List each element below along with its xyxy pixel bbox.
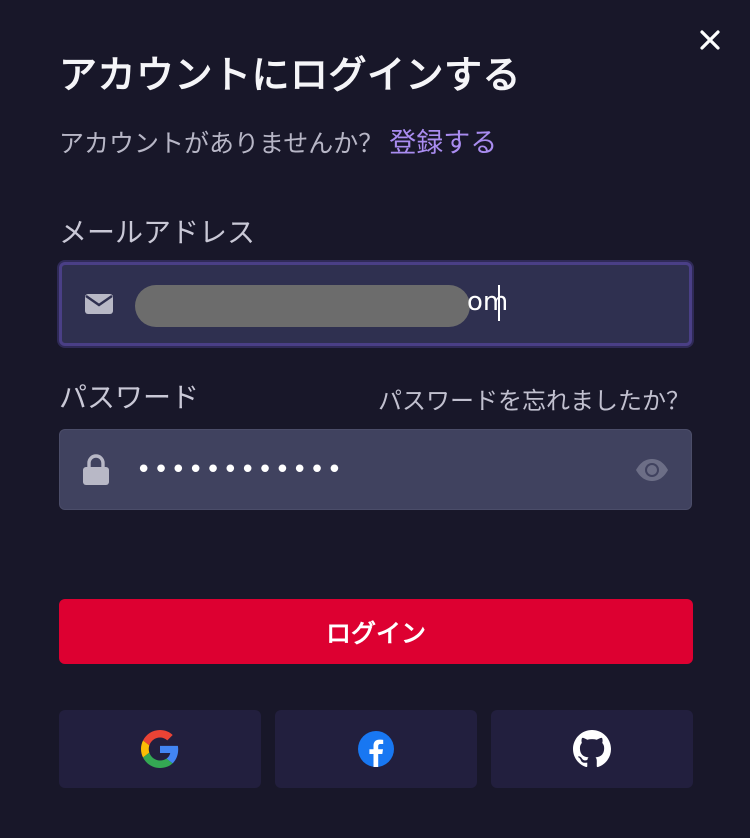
close-icon — [700, 30, 720, 50]
page-title: アカウントにログインする — [59, 53, 522, 97]
signup-row: アカウントがありませんか？ 登録する — [59, 121, 497, 160]
lock-icon — [82, 453, 110, 486]
facebook-icon — [358, 731, 394, 767]
close-button[interactable] — [692, 22, 728, 58]
google-login-button[interactable] — [59, 710, 261, 788]
signup-link[interactable]: 登録する — [389, 128, 497, 159]
email-field-wrapper[interactable]: om — [59, 262, 692, 346]
signup-prompt: アカウントがありませんか？ — [59, 129, 384, 158]
login-button[interactable]: ログイン — [59, 599, 693, 664]
forgot-password-link[interactable]: パスワードを忘れましたか？ — [378, 381, 690, 416]
facebook-login-button[interactable] — [275, 710, 477, 788]
password-field-wrapper[interactable] — [59, 429, 692, 510]
email-label: メールアドレス — [59, 216, 256, 249]
github-icon — [573, 730, 611, 768]
google-icon — [141, 730, 179, 768]
password-label: パスワード — [59, 381, 200, 414]
envelope-icon — [84, 293, 114, 315]
github-login-button[interactable] — [491, 710, 693, 788]
eye-icon — [636, 458, 668, 481]
login-modal: アカウントにログインする アカウントがありませんか？ 登録する メールアドレス o… — [0, 0, 750, 838]
toggle-password-button[interactable] — [635, 458, 669, 482]
password-input[interactable] — [130, 430, 610, 509]
email-input[interactable] — [132, 265, 652, 343]
